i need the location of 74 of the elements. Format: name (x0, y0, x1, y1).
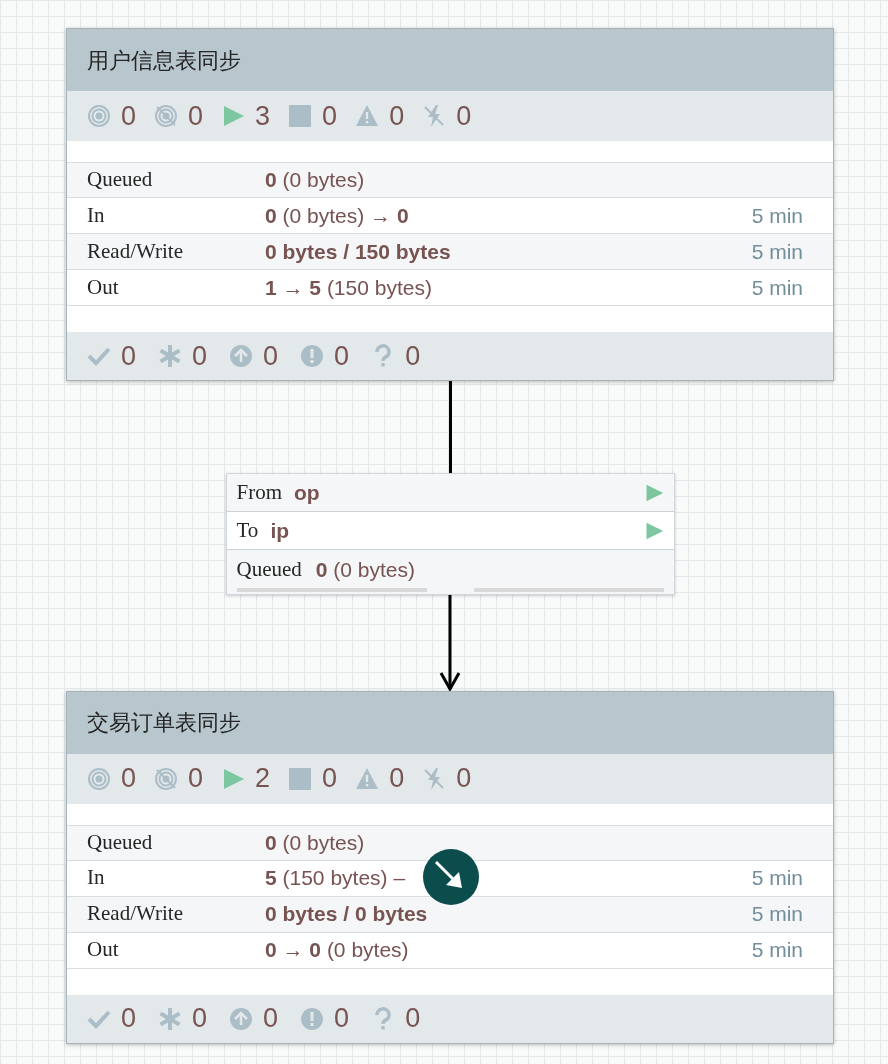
count-value: 0 (188, 99, 204, 133)
count-value: 3 (255, 99, 271, 133)
stat-value: 0 (0 bytes) (265, 167, 365, 194)
stat-label: Queued (87, 828, 154, 856)
count-value: 0 (188, 762, 204, 796)
port-name: ip (270, 517, 291, 544)
count-value: 0 (405, 1002, 421, 1036)
connector-arrow[interactable] (439, 594, 461, 691)
count-value: 0 (389, 99, 405, 133)
count-value: 0 (322, 762, 338, 796)
stat-value: 0 bytes / 0 bytes (265, 901, 428, 928)
stat-label: Out (87, 273, 120, 301)
count-value: 0 (389, 762, 405, 796)
exclamation-circle-icon (300, 344, 325, 368)
connection-label-text: From (236, 478, 282, 506)
stop-icon (288, 104, 313, 128)
process-group-card[interactable]: 用户信息表同步 0 0 3 0 0 0 Queued 0 (0 bytes) In 0 (0 bytes) → 0 5 min Read/Write 0 bytes / 150 bytes 5 min Out 1 → 5 (150 bytes) 5 min 0 0 0 0 0 (66, 28, 834, 381)
count-value: 0 (322, 99, 338, 133)
count-value: 0 (192, 339, 208, 373)
time-window: 5 min (751, 199, 813, 232)
time-window: 5 min (751, 271, 813, 304)
asterisk-icon (158, 1006, 183, 1031)
stat-label: Queued (87, 166, 154, 194)
stop-icon (288, 766, 313, 791)
stat-label: Read/Write (87, 900, 184, 928)
stat-value: 0 bytes / 150 bytes (265, 238, 451, 265)
count-value: 0 (121, 762, 137, 796)
count-value: 0 (121, 339, 137, 373)
queued-value: 0 (0 bytes) (315, 557, 416, 583)
not-transmitting-icon (154, 766, 179, 791)
count-value: 0 (192, 1002, 208, 1036)
process-group-card[interactable]: 交易订单表同步 0 0 2 0 0 0 Queued 0 (0 bytes) In 5 (150 bytes) – 5 min Read/Write 0 bytes / 0 bytes 5 min Out 0 → 0 (0 bytes) 5 min 0 0 0 0 0 (66, 690, 834, 1044)
count-value: 2 (255, 762, 271, 796)
stat-value: 0 → 0 (0 bytes) (265, 937, 409, 964)
stat-value: 5 (150 bytes) – (265, 865, 406, 892)
connection-label-text: To (236, 516, 259, 544)
connector-line[interactable] (448, 381, 452, 473)
count-value: 0 (121, 1002, 137, 1036)
port-name: op (294, 479, 321, 506)
connection-label[interactable]: From op To ip Queued 0 (0 bytes) (225, 473, 675, 595)
stat-label: In (87, 201, 106, 229)
count-value: 0 (334, 1002, 350, 1036)
time-window: 5 min (751, 898, 813, 930)
connection-label-text: Queued (236, 556, 302, 583)
asterisk-icon (158, 344, 183, 368)
transmitting-icon (87, 766, 111, 791)
group-title: 用户信息表同步 (87, 46, 241, 75)
count-value: 0 (405, 339, 421, 373)
stat-value: 0 (0 bytes) (265, 829, 365, 856)
time-window: 5 min (751, 862, 813, 894)
up-arrow-circle-icon (229, 1006, 254, 1031)
group-title: 交易订单表同步 (87, 709, 241, 737)
play-icon (221, 766, 246, 791)
stat-label: Out (87, 936, 120, 964)
transmitting-icon (87, 104, 111, 128)
stat-value: 0 (0 bytes) → 0 (265, 202, 409, 229)
time-window: 5 min (751, 235, 813, 268)
drill-in-icon[interactable] (422, 847, 480, 906)
count-value: 0 (334, 339, 350, 373)
count-value: 0 (121, 99, 137, 133)
count-value: 0 (456, 762, 472, 796)
stat-value: 1 → 5 (150 bytes) (265, 274, 432, 301)
count-value: 0 (263, 339, 279, 373)
count-value: 0 (263, 1002, 279, 1036)
warning-icon (355, 104, 380, 128)
play-icon (221, 104, 246, 128)
warning-icon (355, 766, 380, 791)
stat-label: Read/Write (87, 237, 184, 265)
not-transmitting-icon (154, 104, 179, 128)
up-arrow-circle-icon (229, 344, 254, 368)
exclamation-circle-icon (300, 1006, 325, 1031)
time-window: 5 min (751, 934, 813, 966)
stat-label: In (87, 864, 106, 892)
count-value: 0 (456, 99, 472, 133)
